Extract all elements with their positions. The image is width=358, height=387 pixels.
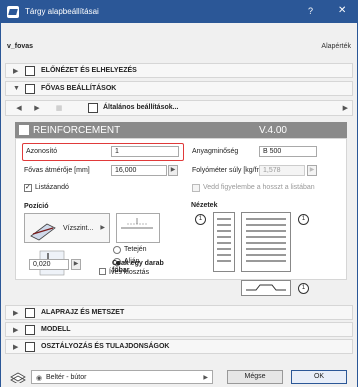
view-front-box [241,212,291,272]
expand-arrow-icon: ▶ [13,327,19,334]
banner-version: V.4.00 [259,125,287,136]
bottom-view-shape-icon [246,284,286,291]
section-label: ELŐNÉZET ÉS ELHELYEZÉS [41,67,137,74]
page-list-icon[interactable]: ▦ [52,103,66,114]
expand-arrow-icon: ▶ [13,344,19,351]
curved-distribution-label: Íves kiosztás [109,269,150,276]
consider-length-checkbox [192,184,200,192]
collapse-arrow-icon: ▼ [13,85,20,92]
diameter-label: Fővas átmérője [mm] [24,167,90,174]
top-radio[interactable] [113,246,121,254]
page-icon [88,103,98,113]
side-view-bars-icon [217,218,231,262]
parameter-banner: REINFORCEMENT V.4.00 [15,122,347,138]
offset-field[interactable]: 0,020 [29,259,69,270]
cancel-button[interactable]: Mégse [227,370,283,384]
weight-dropdown-icon: ▶ [307,165,317,176]
dialog-window: Tárgy alapbeállításai ? ✕ v_fovas Alapér… [0,0,358,387]
views-title: Nézetek [191,202,218,209]
help-button[interactable]: ? [308,6,313,16]
expand-arrow-icon: ▶ [13,310,19,317]
dropdown-arrow-icon[interactable]: ▶ [343,104,348,112]
expand-arrow-icon: ▶ [13,68,19,75]
default-label: Alapérték [321,43,351,50]
layer-dropdown-icon: ▶ [203,375,208,381]
material-field[interactable]: B 500 [259,146,317,157]
close-button[interactable]: ✕ [338,5,346,16]
layer-label: Beltér - bútor [46,374,87,381]
weight-field: 1,578 [259,165,305,176]
listable-checkbox[interactable] [24,183,32,192]
id-label: Azonosító [26,148,58,155]
view-right-number[interactable]: 1 [298,214,309,225]
position-title: Pozíció [24,203,49,210]
weight-label: Folyóméter súly [kg/fm] [192,167,265,174]
consider-length-label: Vedd figyelembe a hosszt a listában [203,184,315,191]
orientation-selector[interactable]: Vízszint... ▶ [24,213,110,243]
section-classification[interactable]: ▶ OSZTÁLYOZÁS ÉS TULAJDONSÁGOK [5,339,353,354]
layer-selector[interactable]: ◉ Beltér - bútor ▶ [31,370,213,384]
preview-icon [25,66,35,76]
title-bar: Tárgy alapbeállításai ? ✕ [1,1,357,23]
prev-page-icon[interactable]: ◀ [12,103,26,114]
layer-icon [10,372,26,383]
front-view-bars-icon [246,218,286,262]
window-title: Tárgy alapbeállításai [25,7,99,16]
page-selector[interactable]: Általános beállítások... [103,104,178,111]
object-name-row: v_fovas Alapérték [7,43,351,53]
top-label: Tetején [124,246,147,253]
section-model[interactable]: ▶ MODELL [5,322,353,337]
curved-distribution-checkbox[interactable] [99,268,106,275]
classification-icon [25,342,35,352]
ok-button[interactable]: OK [291,370,347,384]
object-name: v_fovas [7,43,34,50]
section-label: FŐVAS BEÁLLÍTÁSOK [41,85,117,92]
listable-label: Listázandó [35,184,69,191]
orientation-label: Vízszint... [63,225,94,232]
dialog-footer: ◉ Beltér - bútor ▶ Mégse OK [1,367,357,387]
section-params[interactable]: ▼ FŐVAS BEÁLLÍTÁSOK [5,81,353,96]
page-navigator: ◀ ▶ ▦ Általános beállítások... ▶ [5,100,353,116]
section-label: MODELL [41,326,71,333]
orientation-icon [30,223,56,241]
view-left-number[interactable]: 1 [195,214,206,225]
material-label: Anyagminőség [192,148,239,155]
section-floorplan[interactable]: ▶ ALAPRAJZ ÉS METSZET [5,305,353,320]
section-label: ALAPRAJZ ÉS METSZET [41,309,125,316]
params-icon [25,84,35,94]
banner-title: REINFORCEMENT [33,125,121,136]
section-preview-box [116,213,160,243]
view-side-box [213,212,235,272]
offset-dropdown-icon[interactable]: ▶ [71,259,81,270]
model-icon [25,325,35,335]
archicad-app-icon [7,6,19,18]
diameter-field[interactable]: 16,000 [111,165,167,176]
next-page-icon[interactable]: ▶ [30,103,44,114]
view-bottom-number[interactable]: 1 [298,283,309,294]
floorplan-icon [25,308,35,318]
section-preview[interactable]: ▶ ELŐNÉZET ÉS ELHELYEZÉS [5,63,353,78]
section-diagram-icon [121,218,153,229]
layer-visibility-icon: ◉ [36,375,43,382]
orientation-arrow-icon: ▶ [100,225,105,231]
diameter-dropdown-icon[interactable]: ▶ [168,165,178,176]
view-bottom-box [241,280,291,296]
reinforcement-logo-icon [19,125,29,135]
id-field[interactable]: 1 [111,146,179,157]
section-label: OSZTÁLYOZÁS ÉS TULAJDONSÁGOK [41,343,170,350]
